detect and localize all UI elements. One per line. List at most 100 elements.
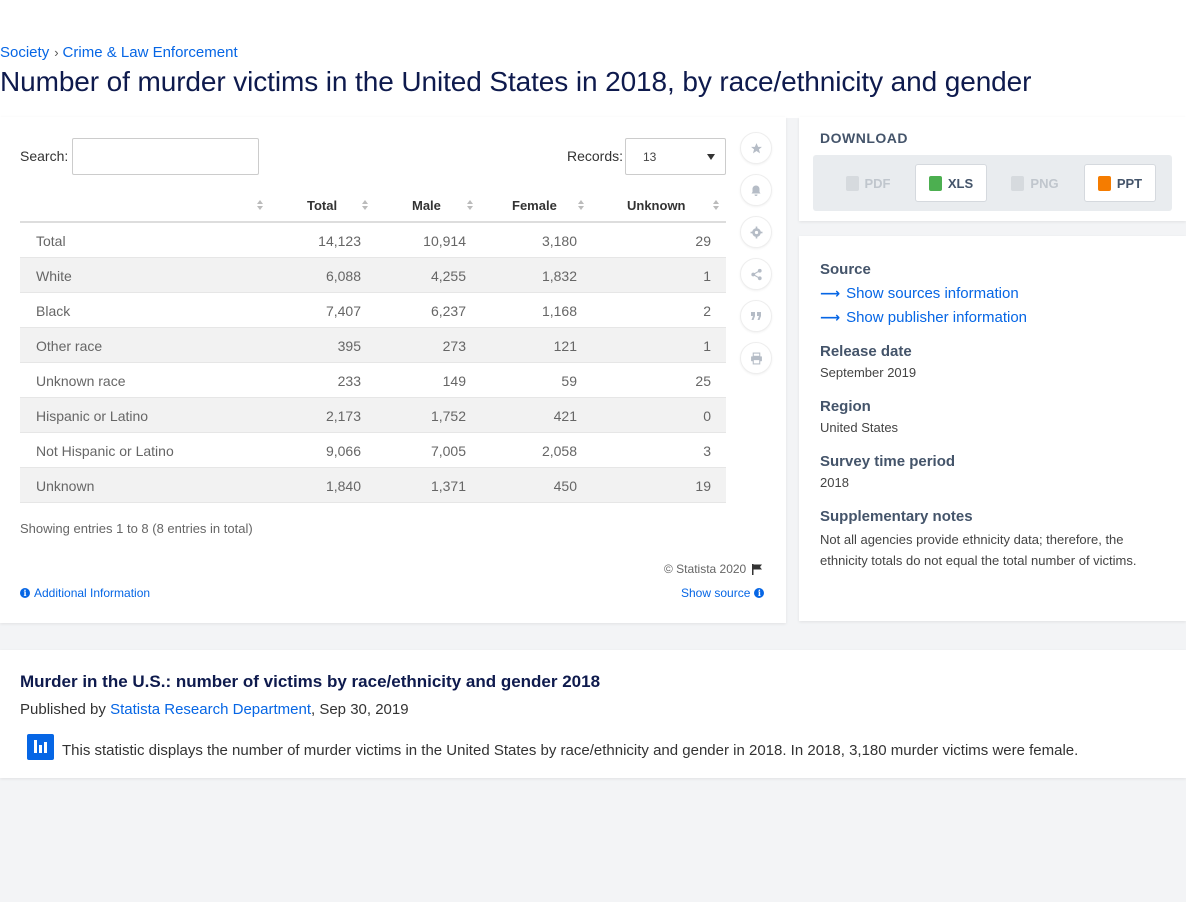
cell-total: 7,407	[325, 303, 361, 319]
cell-total: 9,066	[325, 443, 361, 459]
show-sources-label: Show sources information	[846, 285, 1019, 302]
table-header: Total Male Female Unknown	[20, 188, 726, 223]
cell-female: 1,168	[541, 303, 577, 319]
cell-total: 395	[337, 338, 361, 354]
survey-period-heading: Survey time period	[820, 453, 956, 470]
download-pdf-button[interactable]: PDF	[832, 164, 904, 202]
download-png-label: PNG	[1030, 175, 1059, 191]
copyright: © Statista 2020	[664, 562, 763, 576]
sort-icon[interactable]	[713, 200, 719, 212]
region-value: United States	[820, 420, 899, 435]
cell-unknown: 2	[703, 303, 711, 319]
table-row: Unknown race 233 149 59 25	[20, 363, 726, 398]
show-source-label: Show source	[681, 586, 751, 600]
row-label: Unknown	[36, 478, 95, 494]
show-source-link[interactable]: Show source i	[681, 586, 765, 600]
data-table: Total Male Female Unknown Total 14,123 1…	[20, 188, 726, 503]
row-label: White	[36, 268, 72, 284]
column-header-total[interactable]: Total	[307, 198, 337, 213]
cell-female: 450	[553, 478, 577, 494]
breadcrumb-separator: ›	[54, 45, 59, 60]
download-pdf-label: PDF	[864, 175, 891, 191]
table-row: Other race 395 273 121 1	[20, 328, 726, 363]
cell-male: 6,237	[430, 303, 466, 319]
table-row: White 6,088 4,255 1,832 1	[20, 258, 726, 293]
print-icon[interactable]	[740, 342, 772, 374]
cell-female: 121	[553, 338, 577, 354]
cell-male: 7,005	[430, 443, 466, 459]
page-title: Number of murder victims in the United S…	[0, 66, 1032, 97]
cell-male: 273	[442, 338, 466, 354]
cell-total: 233	[337, 373, 361, 389]
cell-unknown: 29	[695, 233, 711, 249]
records-value: 13	[643, 150, 657, 164]
sort-icon[interactable]	[578, 200, 584, 212]
breadcrumb-society[interactable]: Society	[0, 44, 49, 61]
share-icon[interactable]	[740, 258, 772, 290]
cell-male: 10,914	[423, 233, 466, 249]
star-icon[interactable]	[740, 132, 772, 164]
cell-total: 2,173	[325, 408, 361, 424]
release-date-heading: Release date	[820, 343, 912, 360]
show-publisher-link[interactable]: ⟶ Show publisher information	[820, 309, 1027, 326]
cell-male: 149	[442, 373, 466, 389]
cell-unknown: 1	[703, 338, 711, 354]
copyright-text: © Statista 2020	[664, 562, 747, 576]
flag-icon[interactable]	[751, 563, 763, 575]
additional-information-link[interactable]: i Additional Information	[20, 586, 150, 600]
search-label: Search:	[20, 148, 69, 164]
arrow-right-icon: ⟶	[820, 309, 841, 325]
cell-male: 1,752	[430, 408, 466, 424]
records-select[interactable]: 13	[625, 138, 726, 175]
cell-unknown: 19	[695, 478, 711, 494]
sort-icon[interactable]	[362, 200, 368, 212]
column-header-unknown[interactable]: Unknown	[627, 198, 686, 213]
chevron-down-icon	[707, 154, 715, 160]
cell-unknown: 0	[703, 408, 711, 424]
breadcrumb-crime[interactable]: Crime & Law Enforcement	[63, 44, 238, 61]
published-prefix: Published by	[20, 701, 111, 718]
published-line: Published by Statista Research Departmen…	[20, 701, 409, 718]
info-icon: i	[754, 588, 765, 598]
search-input[interactable]	[72, 138, 259, 175]
row-label: Hispanic or Latino	[36, 408, 149, 424]
table-row: Total 14,123 10,914 3,180 29	[20, 223, 726, 258]
cell-male: 1,371	[430, 478, 466, 494]
breadcrumb: Society › Crime & Law Enforcement	[0, 44, 238, 61]
download-xls-button[interactable]: XLS	[915, 164, 987, 202]
table-row: Not Hispanic or Latino 9,066 7,005 2,058…	[20, 433, 726, 468]
cell-total: 6,088	[325, 268, 361, 284]
cell-male: 4,255	[430, 268, 466, 284]
entries-summary: Showing entries 1 to 8 (8 entries in tot…	[20, 521, 253, 536]
cell-unknown: 25	[695, 373, 711, 389]
survey-period-value: 2018	[820, 475, 849, 490]
download-png-button[interactable]: PNG	[999, 164, 1071, 202]
cell-female: 421	[553, 408, 577, 424]
region-heading: Region	[820, 398, 871, 415]
png-file-icon	[1011, 175, 1025, 191]
publisher-link[interactable]: Statista Research Department	[110, 701, 311, 718]
source-heading: Source	[820, 261, 871, 278]
gear-icon[interactable]	[740, 216, 772, 248]
cell-total: 14,123	[318, 233, 361, 249]
cell-unknown: 1	[703, 268, 711, 284]
show-publisher-label: Show publisher information	[846, 309, 1028, 326]
column-header-female[interactable]: Female	[512, 198, 557, 213]
cell-total: 1,840	[325, 478, 361, 494]
download-title: DOWNLOAD	[820, 130, 908, 146]
table-row: Black 7,407 6,237 1,168 2	[20, 293, 726, 328]
sort-icon[interactable]	[467, 200, 473, 212]
bell-icon[interactable]	[740, 174, 772, 206]
description-text: This statistic displays the number of mu…	[62, 742, 1079, 759]
cell-unknown: 3	[703, 443, 711, 459]
ppt-file-icon	[1097, 175, 1111, 191]
cell-female: 2,058	[541, 443, 577, 459]
sort-icon[interactable]	[257, 200, 263, 212]
show-sources-link[interactable]: ⟶ Show sources information	[820, 285, 1019, 302]
row-label: Other race	[36, 338, 103, 354]
column-header-male[interactable]: Male	[412, 198, 441, 213]
row-label: Total	[36, 233, 66, 249]
quote-icon[interactable]	[740, 300, 772, 332]
download-ppt-button[interactable]: PPT	[1084, 164, 1156, 202]
row-label: Not Hispanic or Latino	[36, 443, 174, 459]
